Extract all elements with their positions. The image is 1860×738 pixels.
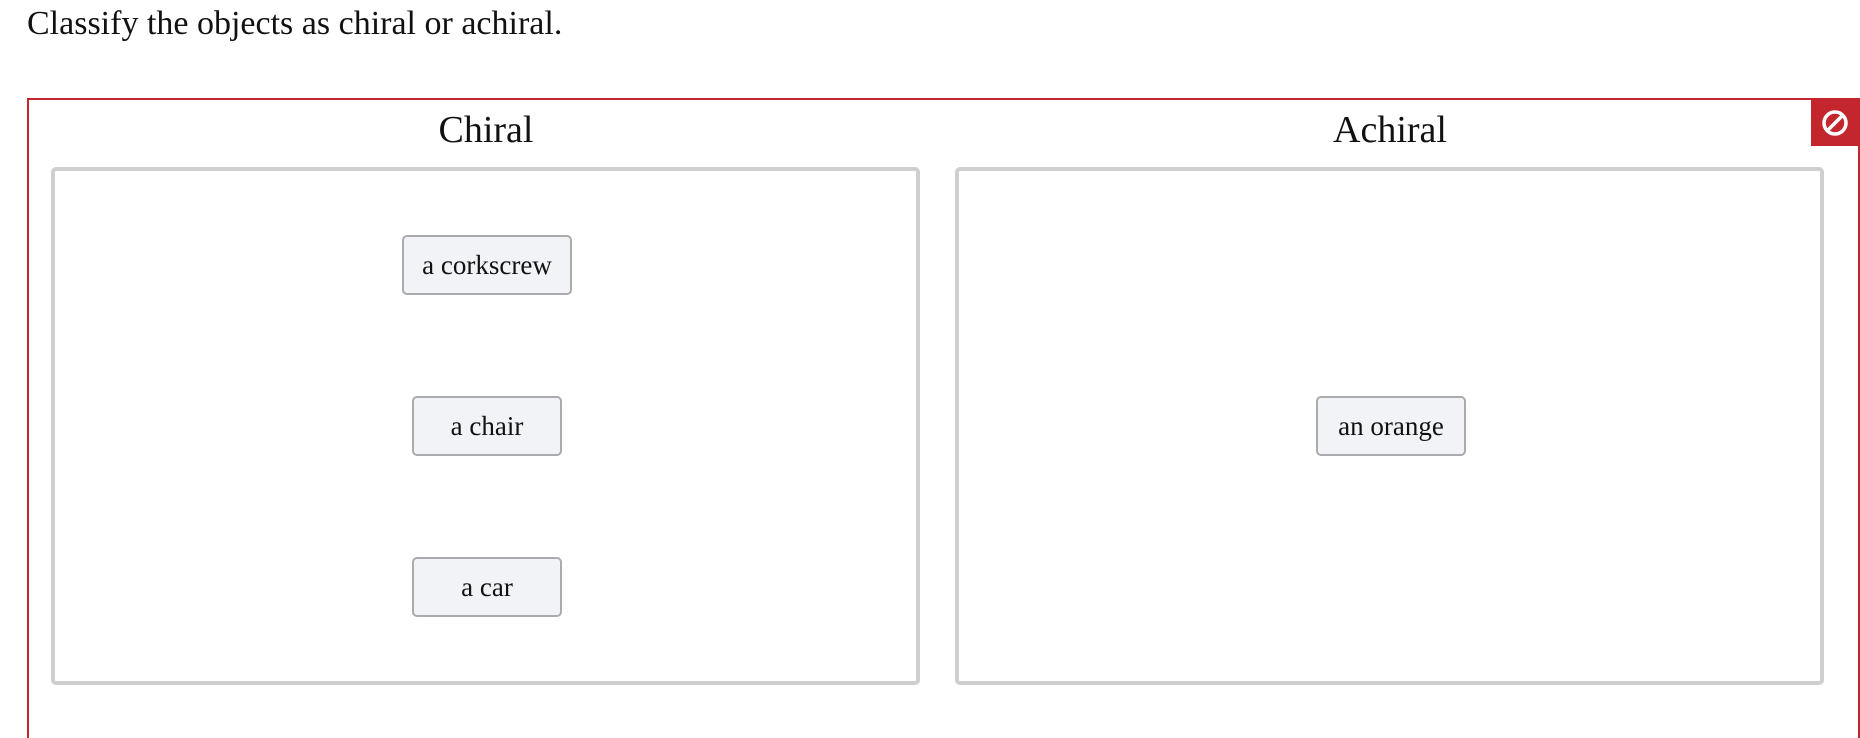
chiral-heading: Chiral xyxy=(438,109,534,151)
item-corkscrew[interactable]: a corkscrew xyxy=(402,235,572,295)
question-prompt: Classify the objects as chiral or achira… xyxy=(27,5,563,42)
item-car[interactable]: a car xyxy=(412,557,562,617)
item-chair[interactable]: a chair xyxy=(412,396,562,456)
item-orange[interactable]: an orange xyxy=(1316,396,1466,456)
no-entry-icon xyxy=(1821,110,1848,136)
achiral-heading: Achiral xyxy=(1333,109,1447,151)
